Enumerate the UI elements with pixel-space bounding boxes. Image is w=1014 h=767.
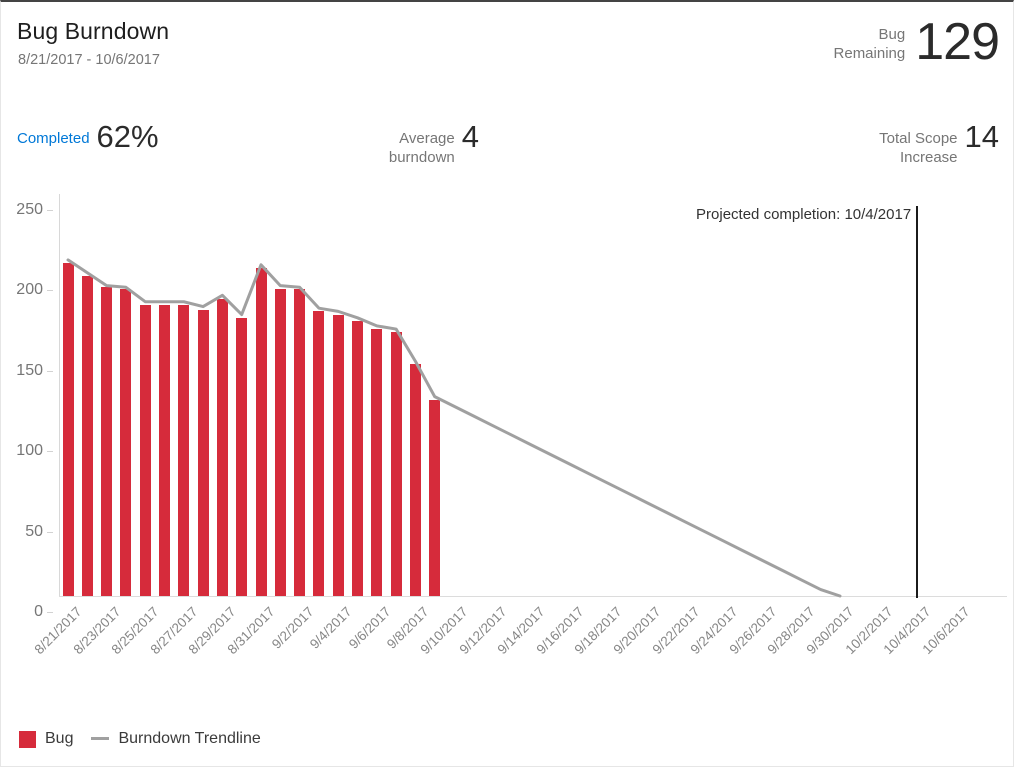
kpi-total-scope-increase-label: Total Scope Increase [879,120,964,167]
widget-header: Bug Burndown 8/21/2017 - 10/6/2017 Bug R… [1,2,1014,98]
projected-completion-marker [916,206,919,598]
y-tick-label: 50 [25,522,43,540]
y-axis-labels: 0 50 100 150 200 250 [1,194,53,620]
kpi-completed-label-line1: Completed [17,130,90,147]
kpi-completed: Completed 62% [17,120,159,154]
y-tick-label: 100 [16,442,43,460]
kpi-bug-remaining-label: Bug Remaining [834,16,916,63]
y-tick-label: 150 [16,361,43,379]
y-tick-mark [47,210,53,211]
legend-line-trendline-icon [91,736,110,740]
page-title: Bug Burndown [17,18,170,44]
projected-completion-label: Projected completion: 10/4/2017 [696,206,912,223]
y-tick-mark [47,370,53,372]
x-tick-label: 9/4/2017 [307,604,355,652]
y-tick-mark [47,290,53,292]
y-tick-label: 200 [16,281,43,299]
bug-burndown-widget: Bug Burndown 8/21/2017 - 10/6/2017 Bug R… [0,0,1014,767]
plot-area: Projected completion: 10/4/2017 [59,194,1007,614]
y-tick-mark [47,451,53,453]
burndown-chart: 0 50 100 150 200 250 Projected completion: 10… [1,178,1014,698]
legend-label-burndown-trendline[interactable]: Burndown Trendline [118,730,260,748]
y-tick-label: 0 [34,603,43,620]
kpi-bug-remaining: Bug Remaining 129 [834,13,1000,71]
kpi-average-burndown-value: 4 [461,119,479,154]
chart-legend: Bug Burndown Trendline [19,730,279,748]
legend-label-bug[interactable]: Bug [45,730,73,748]
kpi-average-burndown: Average burndown 4 [389,120,479,167]
date-range-subtitle: 8/21/2017 - 10/6/2017 [18,52,160,68]
kpi-total-scope-increase: Total Scope Increase 14 [879,120,999,167]
trendline-series [66,258,842,598]
kpi-average-burndown-label-line2: burndown [388,149,455,166]
kpi-average-burndown-label: Average burndown [389,120,462,167]
trendline-path [66,258,842,598]
y-tick-mark [47,531,53,533]
kpi-average-burndown-label-line1: Average [399,130,455,147]
kpi-bug-remaining-value: 129 [915,13,1000,71]
kpi-total-scope-increase-label-line2: Increase [899,149,958,166]
y-tick-label: 250 [16,201,43,218]
kpi-total-scope-increase-label-line1: Total Scope [879,130,958,147]
kpi-completed-label[interactable]: Completed [17,120,97,148]
legend-swatch-bug-icon [19,730,36,748]
x-axis-labels: 8/21/2017 8/23/2017 8/25/2017 8/27/2017 8/29… [32,598,1014,698]
kpi-row: Completed 62% Average burndown 4 Total S… [1,106,1014,168]
kpi-bug-remaining-label-line2: Remaining [833,45,906,62]
x-tick-label: 9/2/2017 [268,604,317,652]
x-tick-label: 9/6/2017 [345,604,394,652]
kpi-completed-value: 62% [96,119,159,154]
y-tick-mark [47,612,53,613]
kpi-total-scope-increase-value: 14 [964,119,999,154]
kpi-bug-remaining-label-line1: Bug [878,26,906,43]
